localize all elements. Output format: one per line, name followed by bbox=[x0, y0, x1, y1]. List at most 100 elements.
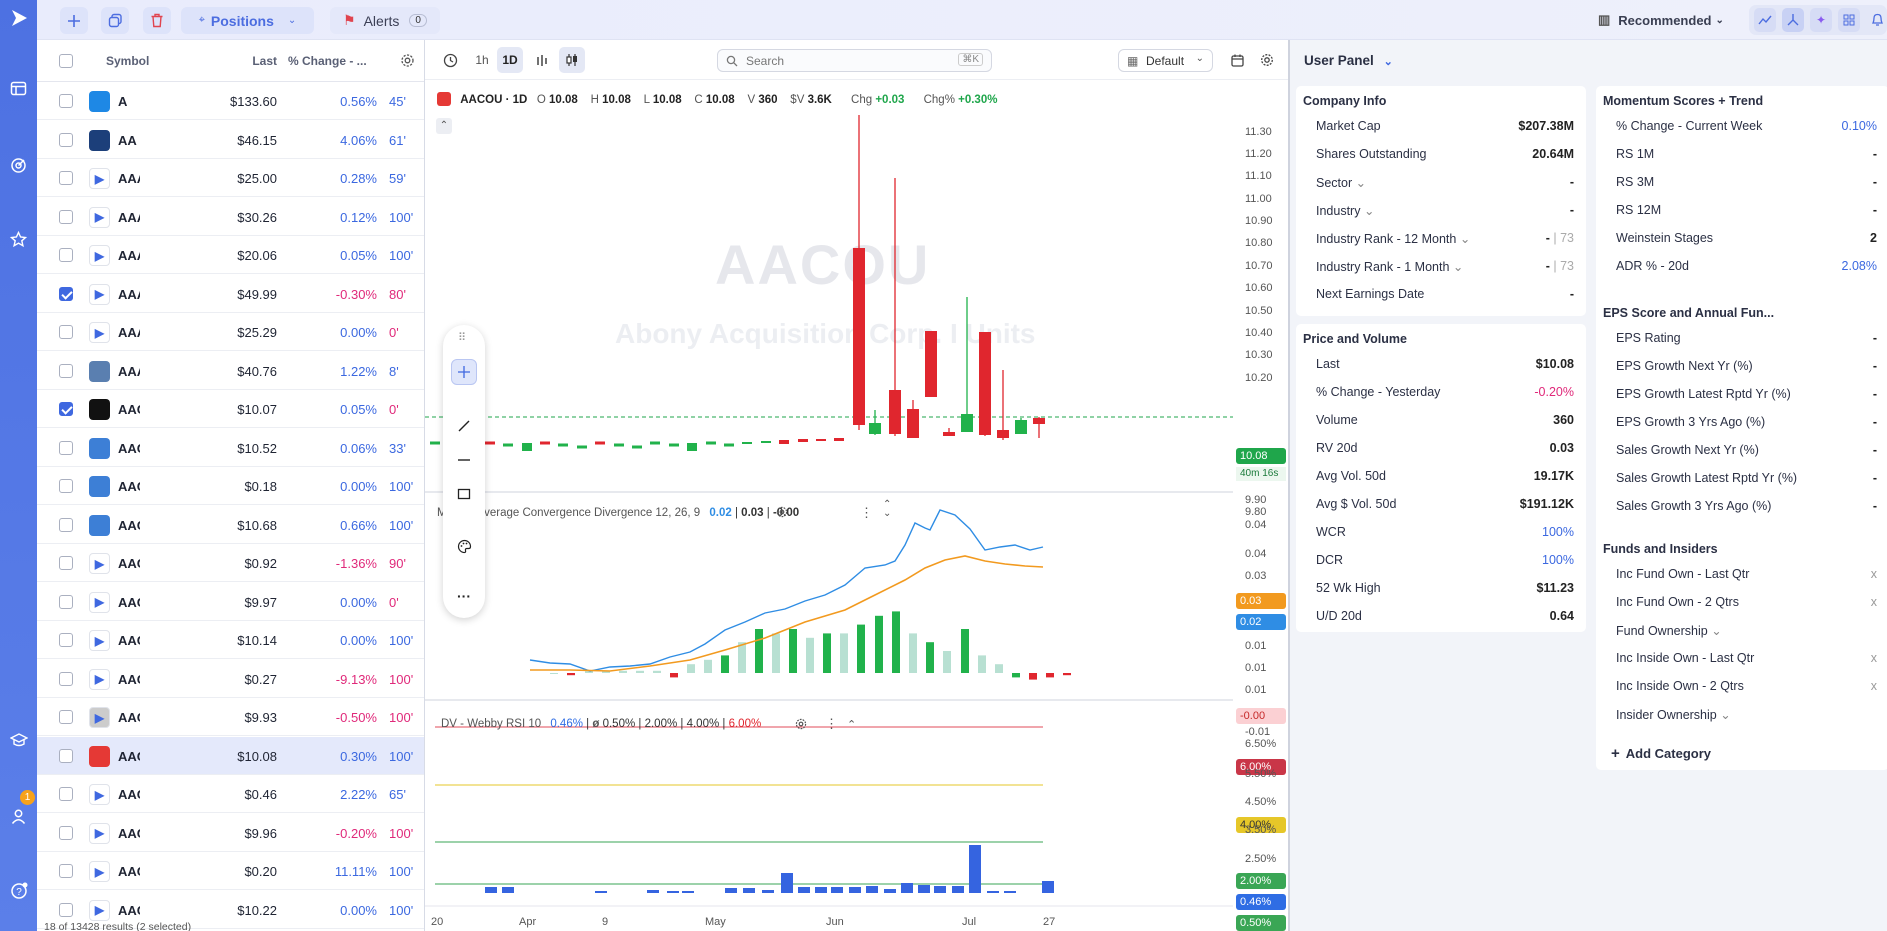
add-button[interactable] bbox=[60, 7, 88, 34]
row-checkbox[interactable] bbox=[59, 248, 73, 262]
macd-more-icon[interactable]: ⋮ bbox=[860, 505, 873, 521]
positions-dropdown[interactable]: ⌖ Positions ⌄ bbox=[181, 7, 314, 34]
rsi-settings-gear-icon[interactable] bbox=[795, 718, 807, 730]
price-volume-card-row[interactable]: % Change - Yesterday -0.20% bbox=[1296, 378, 1586, 406]
row-checkbox[interactable] bbox=[59, 633, 73, 647]
help-icon[interactable]: ? bbox=[8, 880, 29, 901]
eps-card-row[interactable]: EPS Growth Next Yr (%) - bbox=[1596, 352, 1887, 380]
chevron-down-icon[interactable]: ⌄ bbox=[1717, 708, 1730, 722]
momentum-card-row[interactable]: Weinstein Stages 2 bbox=[1596, 224, 1887, 252]
row-checkbox[interactable] bbox=[59, 209, 73, 224]
company-info-card-row[interactable]: Market Cap $207.38M bbox=[1296, 112, 1586, 140]
row-checkbox[interactable] bbox=[59, 286, 73, 301]
price-volume-card-row[interactable]: Last $10.08 bbox=[1296, 350, 1586, 378]
price-volume-card-row[interactable]: RV 20d 0.03 bbox=[1296, 434, 1586, 462]
row-checkbox[interactable] bbox=[59, 479, 73, 493]
company-info-card-row[interactable]: Shares Outstanding 20.64M bbox=[1296, 140, 1586, 168]
watchlist-row[interactable]: ▶ AAC $0.27 -9.13% 100' bbox=[37, 660, 424, 698]
row-checkbox[interactable] bbox=[59, 748, 73, 763]
watchlist-row[interactable]: ▶ AAA $25.29 0.00% 0' bbox=[37, 313, 424, 351]
price-axis[interactable]: 10.08 40m 16s 0.03 0.02 -0.00 6.00% 4.00… bbox=[1233, 80, 1288, 931]
row-checkbox[interactable] bbox=[59, 132, 73, 147]
row-checkbox[interactable] bbox=[59, 594, 73, 609]
drag-handle-icon[interactable]: ⠿ bbox=[458, 331, 466, 344]
watchlist-row[interactable]: AA $46.15 4.06% 61' bbox=[37, 121, 424, 159]
company-info-card-row[interactable]: Sector ⌄ - bbox=[1296, 168, 1586, 196]
row-checkbox[interactable] bbox=[59, 325, 73, 339]
chevron-down-icon[interactable]: ⌄ bbox=[1449, 260, 1463, 274]
chevron-down-icon[interactable]: ⌄ bbox=[1352, 176, 1366, 190]
eps-card-row[interactable]: Sales Growth Latest Rptd Yr (%) - bbox=[1596, 464, 1887, 492]
funds-insiders-card-row[interactable]: Fund Ownership ⌄ bbox=[1596, 616, 1887, 644]
watchlist-row[interactable]: ▶ AAC $9.96 -0.20% 100' bbox=[37, 814, 424, 852]
grid-view-button[interactable] bbox=[1838, 8, 1860, 32]
rsi-more-icon[interactable]: ⋮ bbox=[825, 716, 838, 732]
watchlist-row[interactable]: ▶ AAA $20.06 0.05% 100' bbox=[37, 236, 424, 274]
row-checkbox[interactable] bbox=[59, 710, 73, 724]
funds-insiders-card-row[interactable]: Inc Inside Own - Last Qtr x bbox=[1596, 644, 1887, 672]
watchlist-row[interactable]: ▶ AAC $0.20 11.11% 100' bbox=[37, 852, 424, 890]
row-checkbox[interactable] bbox=[59, 902, 73, 917]
rsi-collapse-icon[interactable]: ⌃ bbox=[847, 718, 856, 731]
price-volume-card-row[interactable]: Volume 360 bbox=[1296, 406, 1586, 434]
row-checkbox[interactable] bbox=[59, 402, 73, 416]
column-settings-gear-icon[interactable] bbox=[400, 53, 415, 68]
momentum-card-row[interactable]: % Change - Current Week 0.10% bbox=[1596, 112, 1887, 140]
add-category-button[interactable]: + Add Category bbox=[1611, 745, 1711, 762]
rectangle-tool-icon[interactable] bbox=[451, 481, 477, 507]
delete-button[interactable] bbox=[143, 7, 171, 34]
palette-icon[interactable] bbox=[451, 533, 477, 559]
row-checkbox[interactable] bbox=[59, 171, 73, 185]
chevron-down-icon[interactable]: ⌄ bbox=[1708, 624, 1721, 638]
more-tools-icon[interactable]: ··· bbox=[451, 583, 477, 609]
row-checkbox[interactable] bbox=[59, 440, 73, 455]
watchlist-row[interactable]: ▶ AAC $10.14 0.00% 100' bbox=[37, 621, 424, 659]
row-checkbox[interactable] bbox=[59, 94, 73, 108]
watchlist-row[interactable]: AAC $10.68 0.66% 100' bbox=[37, 506, 424, 544]
funds-insiders-card-row[interactable]: Insider Ownership ⌄ bbox=[1596, 700, 1887, 728]
watchlist-row[interactable]: AAC $10.52 0.06% 33' bbox=[37, 429, 424, 467]
company-info-card-row[interactable]: Next Earnings Date - bbox=[1296, 280, 1586, 308]
price-volume-card-row[interactable]: U/D 20d 0.64 bbox=[1296, 602, 1586, 630]
momentum-card-row[interactable]: RS 3M - bbox=[1596, 168, 1887, 196]
funds-insiders-card-row[interactable]: Inc Fund Own - Last Qtr x bbox=[1596, 560, 1887, 588]
row-checkbox[interactable] bbox=[59, 825, 73, 840]
graduation-cap-icon[interactable] bbox=[8, 729, 29, 750]
alerts-button[interactable]: ⚑ Alerts 0 bbox=[330, 7, 440, 34]
price-volume-card-row[interactable]: WCR 100% bbox=[1296, 518, 1586, 546]
watchlist-row[interactable]: ▶ AAC $0.92 -1.36% 90' bbox=[37, 544, 424, 582]
eps-card-row[interactable]: EPS Growth Latest Rptd Yr (%) - bbox=[1596, 380, 1887, 408]
funds-insiders-card-row[interactable]: Inc Inside Own - 2 Qtrs x bbox=[1596, 672, 1887, 700]
company-info-card-row[interactable]: Industry Rank - 1 Month ⌄ - | 73 bbox=[1296, 252, 1586, 280]
chevron-down-icon[interactable]: ⌄ bbox=[1360, 204, 1374, 218]
watchlist-row[interactable]: AAA $40.76 1.22% 8' bbox=[37, 352, 424, 390]
row-checkbox[interactable] bbox=[59, 517, 73, 532]
crosshair-tool-icon[interactable] bbox=[451, 359, 477, 385]
company-info-card-row[interactable]: Industry Rank - 12 Month ⌄ - | 73 bbox=[1296, 224, 1586, 252]
watchlist-row[interactable]: AAC $10.08 0.30% 100' bbox=[37, 736, 424, 775]
column-header-change[interactable]: % Change - ... bbox=[288, 54, 367, 68]
watchlist-row[interactable]: AAC $10.07 0.05% 0' bbox=[37, 390, 424, 428]
watchlist-row[interactable]: AAC $0.18 0.00% 100' bbox=[37, 467, 424, 505]
company-info-card-row[interactable]: Industry ⌄ - bbox=[1296, 196, 1586, 224]
app-logo-icon[interactable] bbox=[8, 7, 29, 28]
column-header-symbol[interactable]: Symbol bbox=[106, 54, 149, 68]
chart-settings-gear-icon[interactable] bbox=[1254, 47, 1280, 73]
watchlist-row[interactable]: A $133.60 0.56% 45' bbox=[37, 82, 424, 120]
momentum-card-row[interactable]: RS 1M - bbox=[1596, 140, 1887, 168]
momentum-card-row[interactable]: RS 12M - bbox=[1596, 196, 1887, 224]
eps-card-row[interactable]: Sales Growth Next Yr (%) - bbox=[1596, 436, 1887, 464]
row-checkbox[interactable] bbox=[59, 671, 73, 686]
horizontal-line-tool-icon[interactable] bbox=[451, 447, 477, 473]
radar-icon[interactable] bbox=[8, 155, 29, 176]
copy-button[interactable] bbox=[101, 7, 129, 34]
watchlist-row[interactable]: ▶ AAC $9.97 0.00% 0' bbox=[37, 583, 424, 621]
funds-insiders-card-row[interactable]: Inc Fund Own - 2 Qtrs x bbox=[1596, 588, 1887, 616]
dashboard-icon[interactable] bbox=[8, 78, 29, 99]
recommended-dropdown[interactable]: ▥ Recommended ⌄ bbox=[1598, 9, 1724, 31]
split-view-button[interactable] bbox=[1782, 8, 1804, 32]
column-header-last[interactable]: Last bbox=[213, 54, 277, 68]
eps-card-row[interactable]: EPS Growth 3 Yrs Ago (%) - bbox=[1596, 408, 1887, 436]
price-chart-canvas[interactable] bbox=[425, 40, 1233, 931]
watchlist-row[interactable]: ▶ AAC $0.46 2.22% 65' bbox=[37, 775, 424, 813]
